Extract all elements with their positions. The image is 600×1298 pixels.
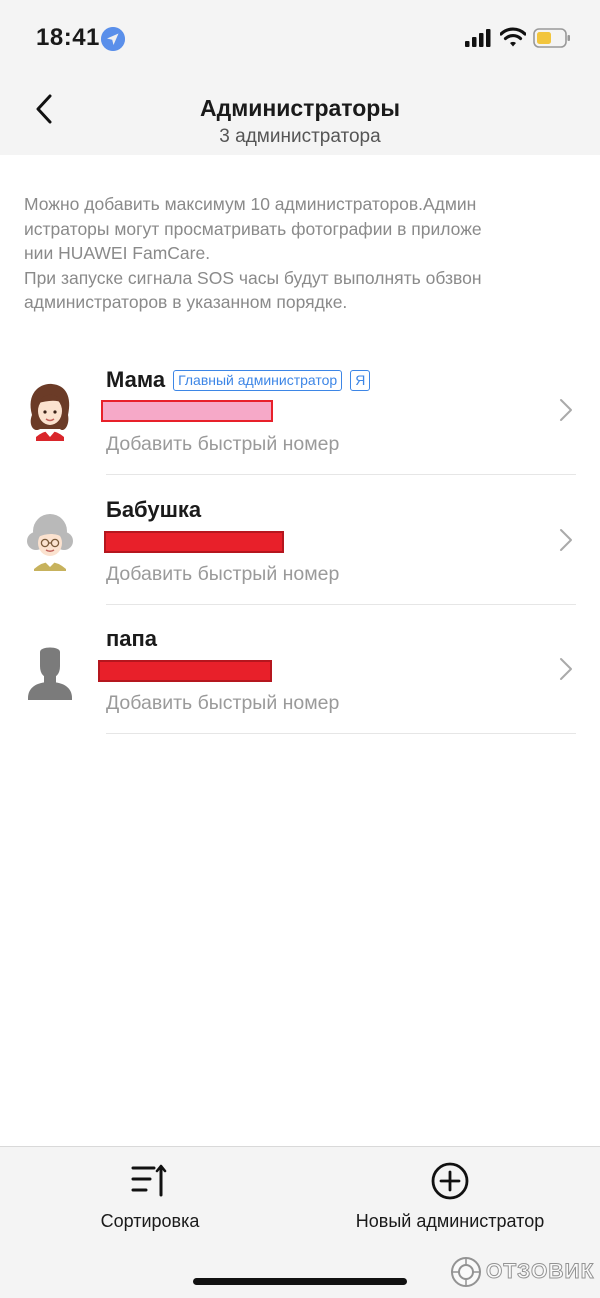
add-quick-number-link[interactable]: Добавить быстрый номер [106,563,339,586]
status-time: 18:41 [36,24,100,51]
redacted-phone [104,531,284,553]
chevron-right-icon [560,399,572,421]
page-subtitle: 3 администратора [219,126,381,147]
info-line: истраторы могут просматривать фотографии… [24,218,482,239]
page-title: Администраторы [200,95,400,121]
sort-label: Сортировка [100,1211,200,1231]
chevron-right-icon [560,658,572,680]
watermark-logo-icon [451,1257,481,1287]
sort-icon [131,1164,167,1197]
admin-name-line: папа [106,626,157,652]
me-badge: Я [350,369,371,391]
main-admin-badge: Главный администратор [173,369,343,391]
new-admin-label: Новый администратор [355,1211,545,1231]
info-text: Можно добавить максимум 10 администратор… [24,192,580,315]
admin-name: Бабушка [106,497,202,522]
header-area: 18:41 Администраторы 3 администратора [0,0,600,155]
chevron-right-icon [560,529,572,551]
home-indicator[interactable] [193,1278,407,1285]
woman-avatar-icon [30,383,70,441]
location-icon [101,27,125,51]
status-bar: 18:41 [0,0,600,76]
redacted-phone [101,400,273,422]
admin-row-papa[interactable]: папа Добавить быстрый номер [0,604,600,734]
admin-row-grandma[interactable]: Бабушка Добавить быстрый номер [0,475,600,605]
plus-circle-icon [431,1162,469,1200]
info-line: администраторов в указанном порядке. [24,292,348,312]
info-line: При запуске сигнала SOS часы будут выпол… [24,267,482,288]
add-quick-number-link[interactable]: Добавить быстрый номер [106,692,339,715]
cellular-signal-icon [465,29,491,47]
divider [106,733,576,734]
person-silhouette-icon [28,647,72,700]
admin-row-mama[interactable]: Мама Главный администратор Я Добавить бы… [0,345,600,475]
wifi-icon [500,27,526,47]
grandma-avatar-icon [27,514,73,571]
new-admin-button[interactable]: Новый администратор [300,1147,600,1257]
admin-name: папа [106,626,158,651]
info-line: нии HUAWEI FamCare. [24,243,211,263]
battery-icon [533,28,570,48]
redacted-phone [98,660,272,682]
info-line: Можно добавить максимум 10 администратор… [24,194,477,214]
sort-button[interactable]: Сортировка [0,1147,300,1257]
admin-name-line: Бабушка [106,497,201,523]
otzovik-watermark: ОТЗОВИК [450,1254,595,1290]
watermark-text: ОТЗОВИК [485,1260,595,1284]
admin-name-line: Мама Главный администратор Я [106,367,371,393]
add-quick-number-link[interactable]: Добавить быстрый номер [106,433,339,456]
admin-name: Мама [106,367,166,392]
